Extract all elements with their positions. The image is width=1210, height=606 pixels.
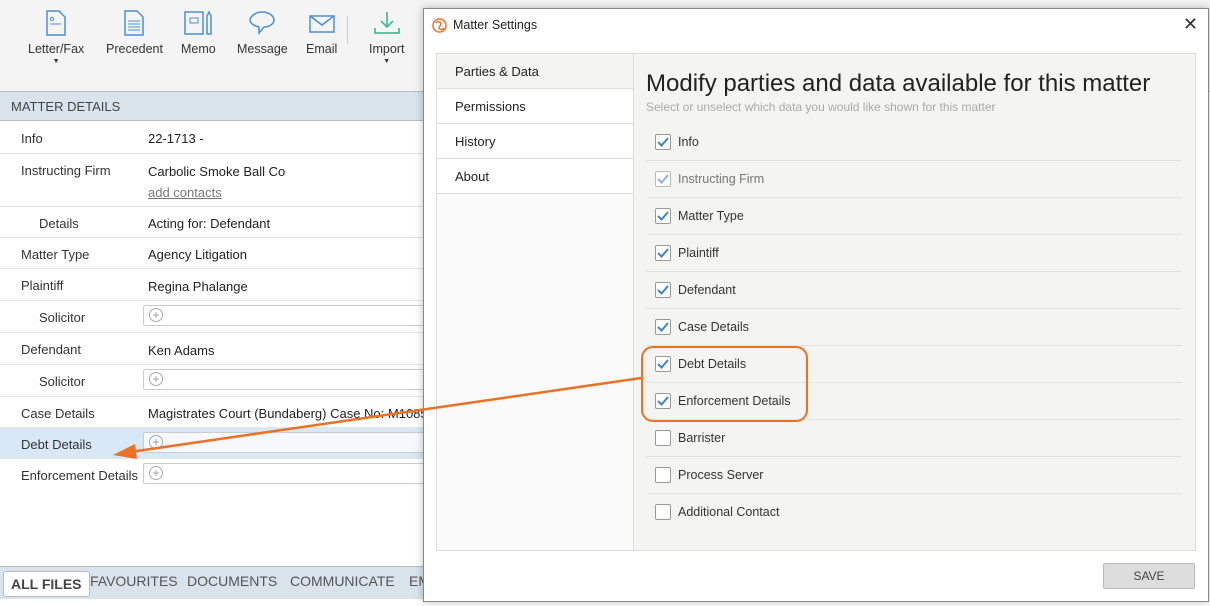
row-defendant[interactable]: Defendant Ken Adams [0,333,423,365]
tab-all-files[interactable]: ALL FILES [3,571,90,597]
option-process-server[interactable]: Process Server [646,457,1182,494]
save-button[interactable]: SAVE [1103,563,1195,589]
checkmark-icon [657,396,669,406]
checkbox[interactable] [655,134,671,150]
option-debt-details[interactable]: Debt Details [646,346,1182,383]
document-icon [124,10,145,36]
checkbox[interactable] [655,319,671,335]
tab-favourites[interactable]: FAVOURITES [90,573,178,589]
toolbar-divider [347,16,348,44]
plus-circle-icon: + [149,435,163,449]
page-title: Modify parties and data available for th… [646,70,1151,97]
add-contacts-link[interactable]: add contacts [148,185,222,200]
page-subtitle: Select or unselect which data you would … [646,100,996,114]
row-instructing-firm[interactable]: Instructing Firm Carbolic Smoke Ball Co ad… [0,154,423,207]
memo-button[interactable]: Memo [181,10,216,56]
option-plaintiff[interactable]: Plaintiff [646,235,1182,272]
option-label: Barrister [678,431,726,445]
nav-permissions[interactable]: Permissions [437,89,633,124]
checkmark-icon [657,137,669,147]
add-solicitor-field[interactable]: + [143,369,433,390]
tab-documents[interactable]: DOCUMENTS [187,573,277,589]
letter-fax-button[interactable]: Letter/Fax ▼ [28,10,84,65]
checkbox [655,171,671,187]
message-icon [249,11,276,36]
row-defendant-solicitor[interactable]: Solicitor + [0,365,433,397]
checkbox[interactable] [655,356,671,372]
option-label: Enforcement Details [678,394,791,408]
checkbox[interactable] [655,430,671,446]
download-icon [373,12,400,34]
checkbox[interactable] [655,208,671,224]
plus-circle-icon: + [149,372,163,386]
add-debt-details-field[interactable]: + [143,432,433,453]
letter-icon [46,10,66,36]
option-matter-type[interactable]: Matter Type [646,198,1182,235]
row-details[interactable]: Details Acting for: Defendant [0,207,423,238]
add-solicitor-field[interactable]: + [143,305,433,326]
row-matter-type[interactable]: Matter Type Agency Litigation [0,238,423,269]
option-label: Debt Details [678,357,747,371]
message-button[interactable]: Message [237,10,288,56]
checkmark-icon [657,285,669,295]
tab-communicate[interactable]: COMMUNICATE [290,573,395,589]
checkbox[interactable] [655,245,671,261]
checkbox[interactable] [655,504,671,520]
option-label: Matter Type [678,209,744,223]
settings-nav: Parties & Data Permissions History About [437,54,634,550]
close-icon[interactable]: ✕ [1183,14,1198,35]
nav-history[interactable]: History [437,124,633,159]
matter-settings-dialog: Matter Settings ✕ Parties & Data Permiss… [423,8,1209,602]
chevron-down-icon: ▼ [52,58,60,65]
checkmark-icon [657,174,669,184]
nav-parties-data[interactable]: Parties & Data [437,54,633,89]
row-plaintiff[interactable]: Plaintiff Regina Phalange [0,269,423,301]
precedent-button[interactable]: Precedent [106,10,163,56]
import-button[interactable]: Import ▼ [369,10,404,65]
plus-circle-icon: + [149,308,163,322]
dialog-title: Matter Settings [453,18,538,32]
row-info[interactable]: Info 22-1713 - [0,122,423,154]
option-defendant[interactable]: Defendant [646,272,1182,309]
checkmark-icon [657,211,669,221]
option-additional-contact[interactable]: Additional Contact [646,494,1182,531]
email-button[interactable]: Email [306,10,337,56]
option-barrister[interactable]: Barrister [646,420,1182,457]
add-enforcement-details-field[interactable]: + [143,463,433,484]
checkbox[interactable] [655,393,671,409]
nav-about[interactable]: About [437,159,633,194]
settings-panel: Parties & Data Permissions History About… [436,53,1196,551]
option-enforcement-details[interactable]: Enforcement Details [646,383,1182,420]
memo-icon [184,10,213,35]
chevron-down-icon: ▼ [383,58,391,65]
plus-circle-icon: + [149,466,163,480]
row-plaintiff-solicitor[interactable]: Solicitor + [0,301,433,333]
checkbox[interactable] [655,467,671,483]
row-debt-details[interactable]: Debt Details + [0,428,433,459]
option-info[interactable]: Info [646,124,1182,161]
option-label: Defendant [678,283,736,297]
row-case-details[interactable]: Case Details Magistrates Court (Bundaberg… [0,397,428,428]
option-label: Process Server [678,468,764,482]
option-label: Info [678,135,699,149]
row-enforcement-details[interactable]: Enforcement Details + [0,459,433,490]
option-label: Additional Contact [678,505,780,519]
checkmark-icon [657,322,669,332]
option-case-details[interactable]: Case Details [646,309,1182,346]
checkbox[interactable] [655,282,671,298]
option-label: Instructing Firm [678,172,765,186]
matter-details-header: MATTER DETAILS [0,92,423,121]
app-logo-icon [432,18,447,33]
checkmark-icon [657,248,669,258]
option-label: Plaintiff [678,246,719,260]
option-instructing-firm[interactable]: Instructing Firm [646,161,1182,198]
email-icon [308,15,335,33]
bottom-tabs: ALL FILES FAVOURITES DOCUMENTS COMMUNICA… [0,566,430,599]
checkmark-icon [657,359,669,369]
option-label: Case Details [678,320,749,334]
